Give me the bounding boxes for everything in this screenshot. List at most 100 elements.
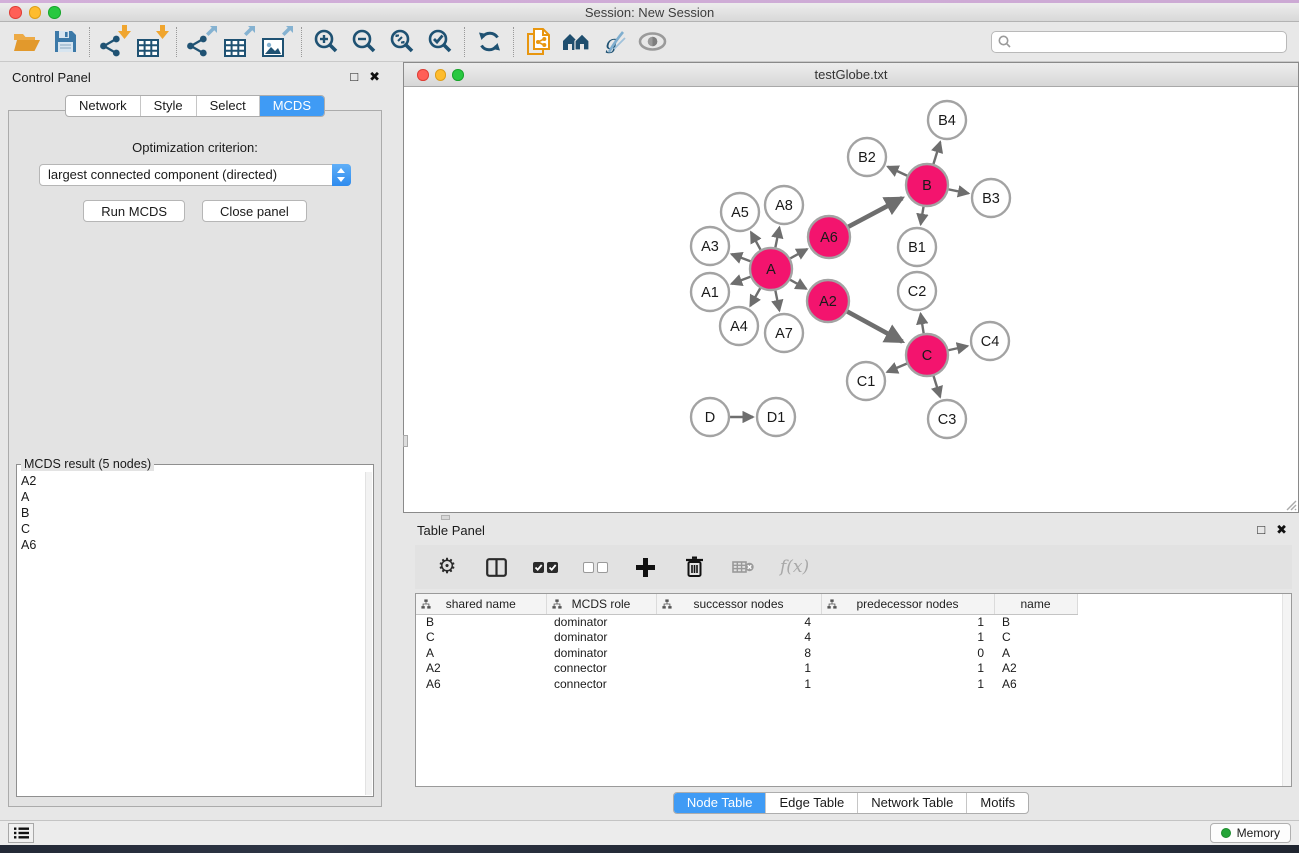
column-header-mcds-role[interactable]: MCDS role — [546, 594, 656, 614]
svg-text:D: D — [705, 410, 715, 426]
network-node-C2[interactable]: C2 — [898, 272, 936, 310]
network-node-A[interactable]: A — [750, 248, 792, 290]
table-row[interactable]: Adominator80A — [416, 645, 1077, 661]
import-table-icon[interactable] — [133, 25, 171, 59]
close-panel-button[interactable]: Close panel — [202, 200, 307, 222]
export-image-icon[interactable] — [258, 25, 296, 59]
network-node-C4[interactable]: C4 — [971, 322, 1009, 360]
clone-network-icon[interactable] — [519, 25, 557, 59]
tab-node-table[interactable]: Node Table — [674, 793, 767, 813]
zoom-selected-icon[interactable] — [421, 25, 459, 59]
network-node-C[interactable]: C — [906, 334, 948, 376]
import-network-icon[interactable] — [95, 25, 133, 59]
run-mcds-button[interactable]: Run MCDS — [83, 200, 185, 222]
cell-successor: 4 — [656, 630, 821, 646]
float-panel-icon[interactable]: □ — [350, 69, 358, 85]
export-table-icon[interactable] — [220, 25, 258, 59]
scrollbar-track[interactable] — [365, 472, 372, 795]
open-session-icon[interactable] — [8, 25, 46, 59]
network-node-A4[interactable]: A4 — [720, 307, 758, 345]
svg-text:A1: A1 — [701, 285, 719, 301]
close-panel-icon[interactable]: ✖ — [1276, 522, 1287, 538]
delete-icon[interactable] — [682, 553, 706, 581]
task-history-button[interactable] — [8, 823, 34, 843]
hierarchy-icon — [421, 599, 431, 609]
column-header-successor-nodes[interactable]: successor nodes — [656, 594, 821, 614]
network-node-B2[interactable]: B2 — [848, 138, 886, 176]
toolbar-separator — [176, 27, 177, 57]
network-node-B1[interactable]: B1 — [898, 228, 936, 266]
network-node-D[interactable]: D — [691, 398, 729, 436]
column-header-shared-name[interactable]: shared name — [416, 594, 546, 614]
network-node-A6[interactable]: A6 — [808, 216, 850, 258]
search-input[interactable] — [991, 31, 1287, 53]
columns-icon[interactable] — [484, 553, 508, 581]
tab-network[interactable]: Network — [66, 96, 141, 116]
add-icon[interactable] — [633, 553, 657, 581]
cell-successor: 4 — [656, 614, 821, 630]
tab-select[interactable]: Select — [197, 96, 260, 116]
gene-mapper-icon[interactable]: g — [595, 25, 633, 59]
table-panel-title: Table Panel — [417, 523, 485, 538]
network-node-D1[interactable]: D1 — [757, 398, 795, 436]
table-row[interactable]: A2connector11A2 — [416, 661, 1077, 677]
mcds-result-item[interactable]: A — [21, 489, 361, 505]
select-all-icon[interactable] — [533, 553, 558, 581]
divider-grip[interactable] — [403, 435, 408, 447]
network-node-A7[interactable]: A7 — [765, 314, 803, 352]
network-node-B3[interactable]: B3 — [972, 179, 1010, 217]
mcds-result-item[interactable]: A2 — [21, 473, 361, 489]
column-header-name[interactable]: name — [994, 594, 1077, 614]
close-panel-icon[interactable]: ✖ — [369, 69, 380, 85]
resize-grip-icon[interactable] — [1284, 498, 1297, 511]
eye-icon[interactable] — [633, 25, 671, 59]
refresh-icon[interactable] — [470, 25, 508, 59]
network-canvas[interactable]: B4 B2 B B3 A8A5 A6 B1 A3 A C2 A1 A2 A4A7 C4 C C1 C3 D D1 — [404, 87, 1298, 511]
memory-label: Memory — [1237, 826, 1280, 840]
tab-edge-table[interactable]: Edge Table — [766, 793, 858, 813]
table-row[interactable]: A6connector11A6 — [416, 676, 1077, 692]
network-node-A1[interactable]: A1 — [691, 273, 729, 311]
tab-network-table[interactable]: Network Table — [858, 793, 967, 813]
deselect-all-icon[interactable] — [583, 553, 608, 581]
column-header-predecessor-nodes[interactable]: predecessor nodes — [821, 594, 994, 614]
mcds-result-item[interactable]: B — [21, 505, 361, 521]
mcds-result-item[interactable]: A6 — [21, 537, 361, 553]
zoom-in-icon[interactable] — [307, 25, 345, 59]
mcds-result-item[interactable]: C — [21, 521, 361, 537]
network-node-C1[interactable]: C1 — [847, 362, 885, 400]
tab-motifs[interactable]: Motifs — [967, 793, 1028, 813]
scrollbar-track[interactable] — [1282, 594, 1291, 786]
hierarchy-icon — [827, 599, 837, 609]
tab-style[interactable]: Style — [141, 96, 197, 116]
table-row[interactable]: Cdominator41C — [416, 630, 1077, 646]
mcds-result-title: MCDS result (5 nodes) — [21, 457, 154, 471]
network-node-A5[interactable]: A5 — [721, 193, 759, 231]
zoom-out-icon[interactable] — [345, 25, 383, 59]
network-node-C3[interactable]: C3 — [928, 400, 966, 438]
zoom-fit-icon[interactable] — [383, 25, 421, 59]
houses-icon[interactable] — [557, 25, 595, 59]
save-session-icon[interactable] — [46, 25, 84, 59]
network-node-B[interactable]: B — [906, 164, 948, 206]
cell-shared_name: A6 — [416, 676, 546, 692]
svg-text:C: C — [922, 348, 932, 364]
app-titlebar: Session: New Session — [0, 3, 1299, 22]
gear-icon[interactable]: ⚙ — [435, 553, 459, 581]
network-node-A3[interactable]: A3 — [691, 227, 729, 265]
network-node-A2[interactable]: A2 — [807, 280, 849, 322]
network-node-B4[interactable]: B4 — [928, 101, 966, 139]
criterion-dropdown[interactable]: largest connected component (directed) — [39, 164, 351, 186]
network-graph[interactable]: B4 B2 B B3 A8A5 A6 B1 A3 A C2 A1 A2 A4A7 C4 C C1 C3 D D1 — [404, 87, 1298, 511]
memory-button[interactable]: Memory — [1210, 823, 1291, 843]
svg-text:C1: C1 — [857, 374, 876, 390]
svg-text:A3: A3 — [701, 239, 719, 255]
export-network-icon[interactable] — [182, 25, 220, 59]
svg-text:C4: C4 — [981, 334, 1000, 350]
svg-text:B1: B1 — [908, 240, 926, 256]
tab-mcds[interactable]: MCDS — [260, 96, 324, 116]
float-panel-icon[interactable]: □ — [1257, 522, 1265, 538]
network-node-A8[interactable]: A8 — [765, 186, 803, 224]
svg-text:B3: B3 — [982, 191, 1000, 207]
table-row[interactable]: Bdominator41B — [416, 614, 1077, 630]
